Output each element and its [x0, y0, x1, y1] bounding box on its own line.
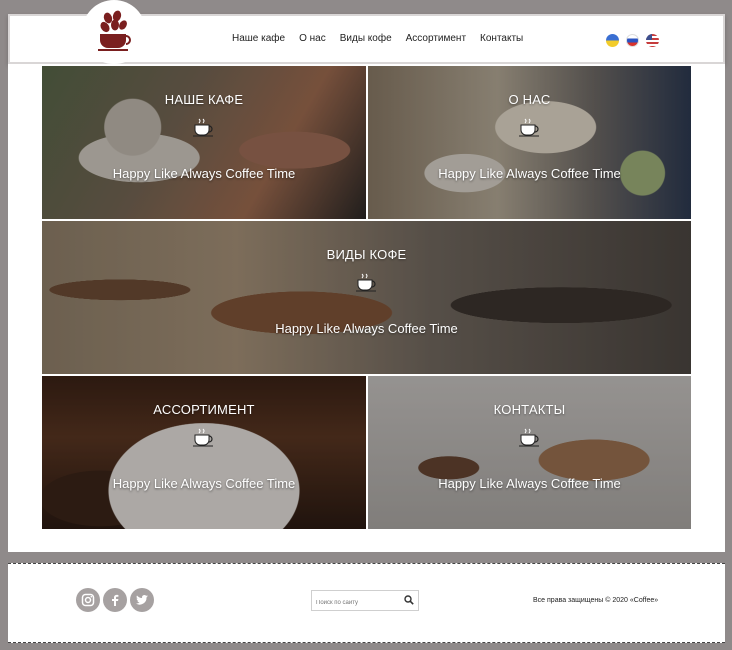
facebook-icon[interactable] — [103, 588, 127, 612]
search-icon[interactable] — [404, 595, 414, 605]
tile-title: НАШЕ КАФЕ — [164, 92, 244, 107]
twitter-icon[interactable] — [130, 588, 154, 612]
nav-item-about[interactable]: О нас — [299, 33, 326, 44]
instagram-icon[interactable] — [76, 588, 100, 612]
tile-contacts[interactable]: КОНТАКТЫ Happy Like Always Coffee Time — [368, 376, 691, 529]
tile-tagline: Happy Like Always Coffee Time — [275, 321, 458, 336]
tile-title: О НАС — [508, 92, 551, 107]
main-nav: Наше кафе О нас Виды кофе Ассортимент Ко… — [232, 33, 523, 44]
tile-title: ВИДЫ КОФЕ — [326, 247, 407, 262]
coffee-cup-icon — [518, 118, 539, 137]
tile-tagline: Happy Like Always Coffee Time — [112, 166, 296, 181]
language-switcher — [606, 34, 659, 47]
tile-assortment[interactable]: АССОРТИМЕНТ Happy Like Always Coffee Tim… — [42, 376, 366, 529]
usa-flag-icon[interactable] — [646, 34, 659, 47]
site-header: Наше кафе О нас Виды кофе Ассортимент Ко… — [8, 0, 725, 64]
ukraine-flag-icon[interactable] — [606, 34, 619, 47]
nav-item-assortment[interactable]: Ассортимент — [406, 33, 466, 44]
tile-title: КОНТАКТЫ — [493, 402, 566, 417]
main-content: НАШЕ КАФЕ Happy Like Always Coffee Time … — [8, 64, 725, 552]
tile-tagline: Happy Like Always Coffee Time — [112, 476, 296, 491]
nav-item-contacts[interactable]: Контакты — [480, 33, 523, 44]
tile-about[interactable]: О НАС Happy Like Always Coffee Time — [368, 66, 691, 219]
coffee-cup-icon — [193, 428, 213, 447]
copyright-text: Все права защищены © 2020 «Coffee» — [533, 597, 659, 604]
coffee-cup-icon — [193, 118, 213, 137]
tile-title: АССОРТИМЕНТ — [153, 402, 255, 417]
nav-item-our-cafe[interactable]: Наше кафе — [232, 33, 285, 44]
site-footer: Все права защищены © 2020 «Coffee» — [8, 563, 725, 643]
tile-coffee-types[interactable]: ВИДЫ КОФЕ Happy Like Always Coffee Time — [42, 221, 691, 374]
tile-tagline: Happy Like Always Coffee Time — [438, 166, 621, 181]
search-input[interactable] — [312, 593, 398, 613]
social-links — [76, 588, 154, 612]
tile-our-cafe[interactable]: НАШЕ КАФЕ Happy Like Always Coffee Time — [42, 66, 366, 219]
tile-tagline: Happy Like Always Coffee Time — [438, 476, 621, 491]
coffee-logo[interactable] — [82, 0, 146, 64]
coffee-cup-icon — [518, 428, 539, 447]
site-search — [311, 590, 419, 613]
nav-item-coffee-types[interactable]: Виды кофе — [340, 33, 392, 44]
coffee-cup-icon — [355, 273, 376, 292]
russia-flag-icon[interactable] — [626, 34, 639, 47]
coffee-logo-icon — [98, 10, 131, 51]
